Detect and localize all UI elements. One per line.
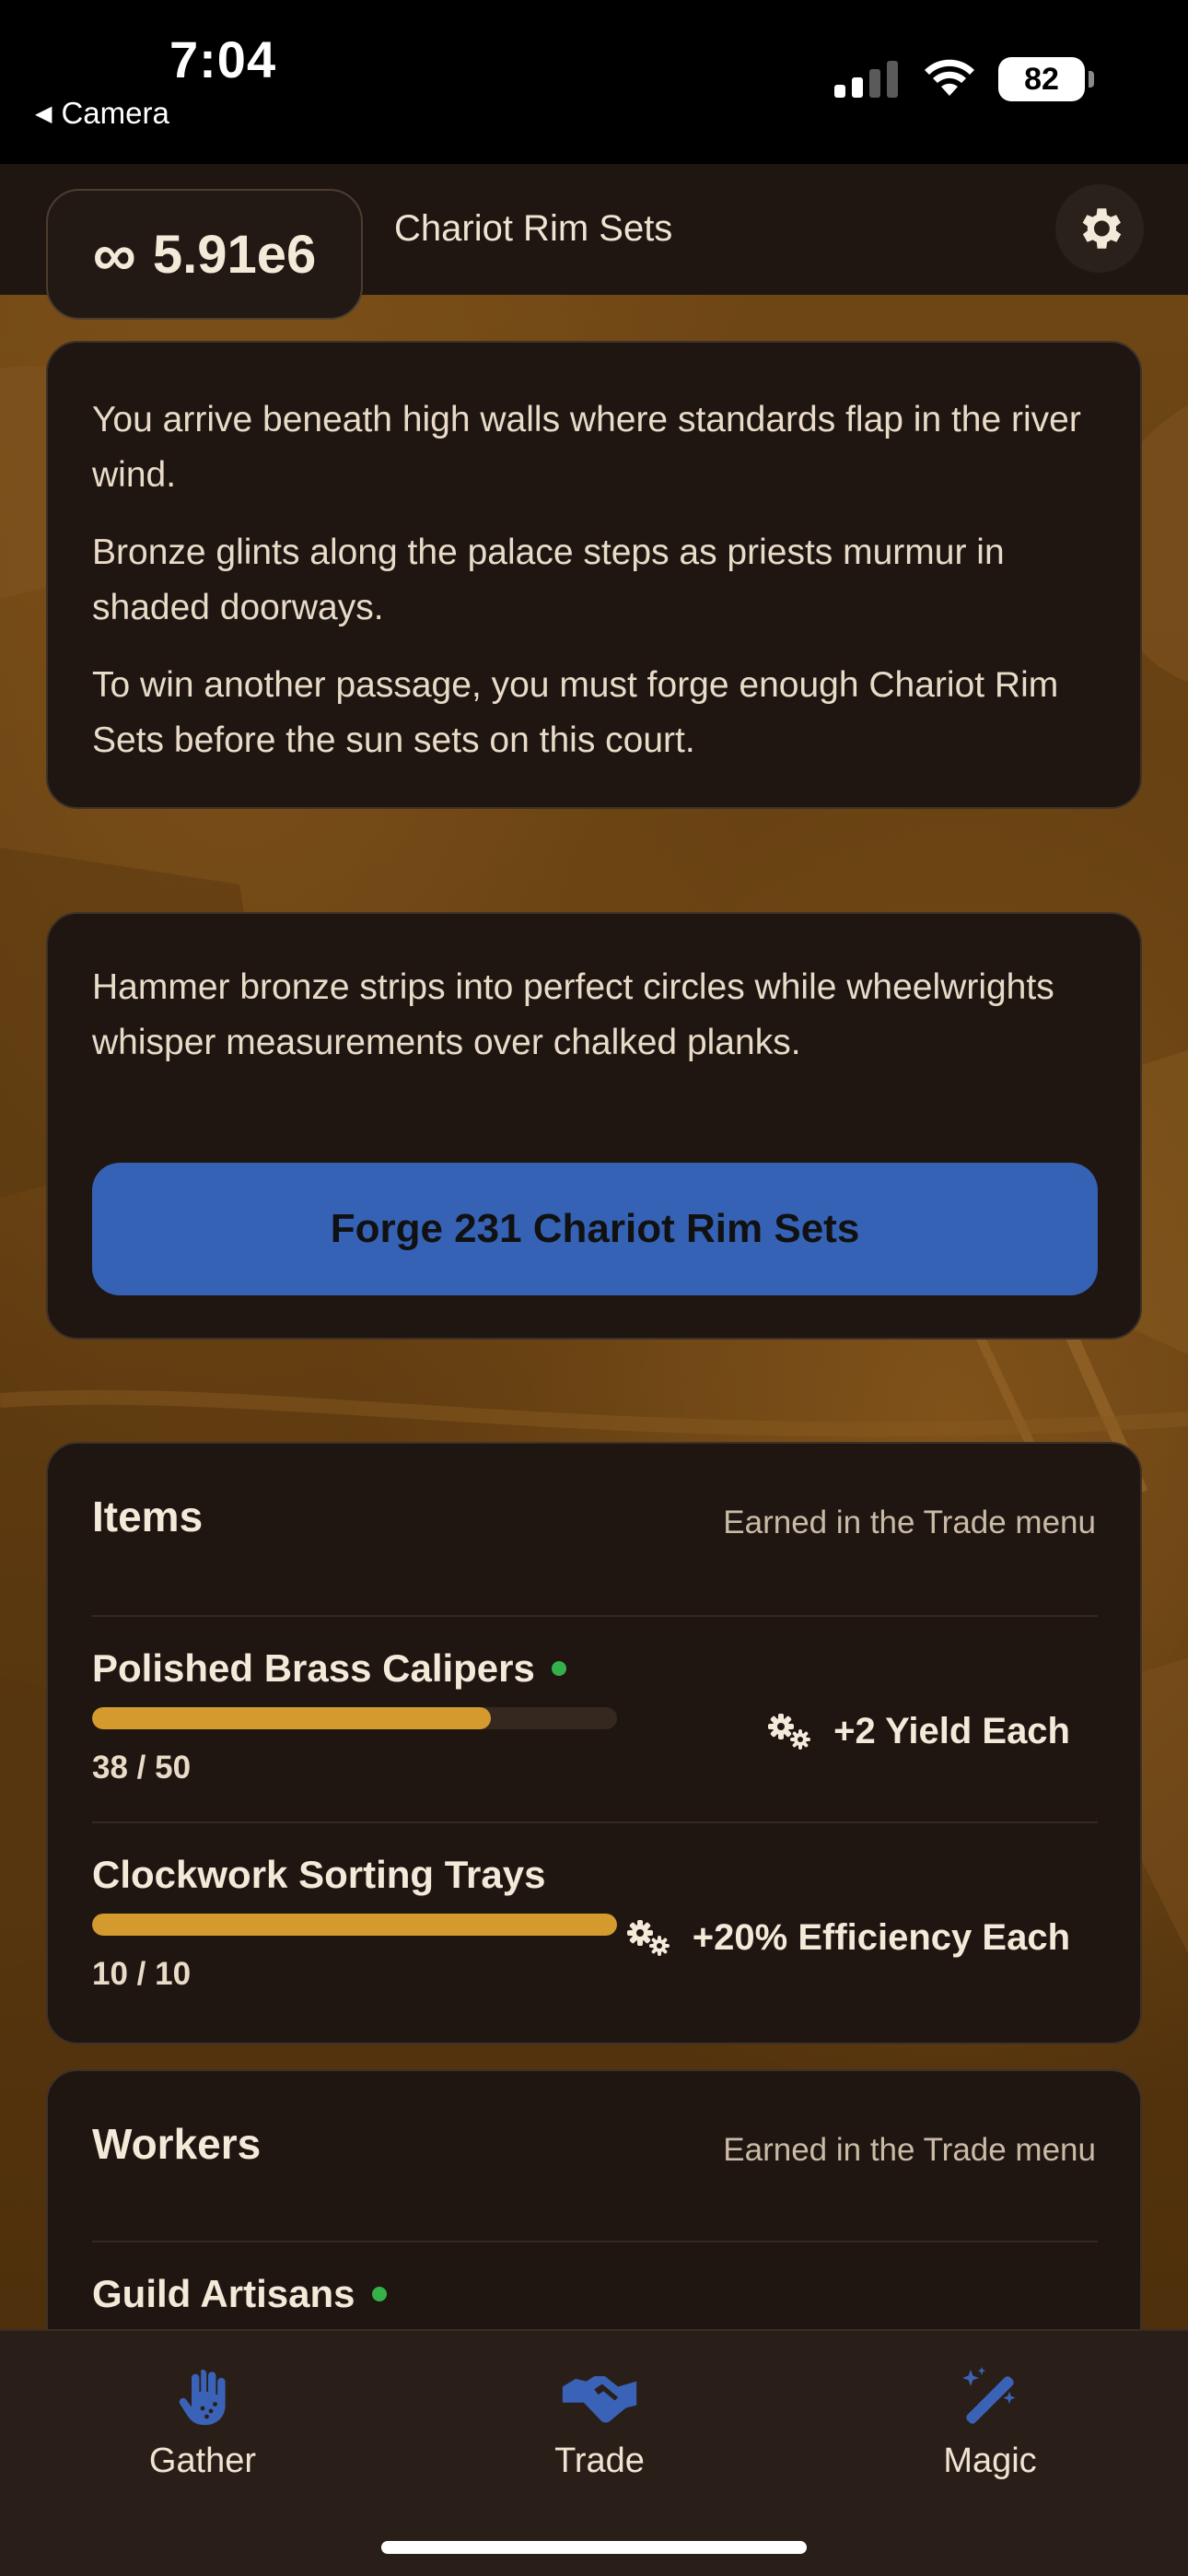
worker-name: Guild Artisans bbox=[92, 2272, 387, 2316]
workers-section-title: Workers bbox=[92, 2120, 262, 2168]
workers-section-note: Earned in the Trade menu bbox=[723, 2132, 1096, 2168]
handshake-icon bbox=[562, 2376, 637, 2423]
bottom-tab-bar: Gather Trade Magic bbox=[0, 2329, 1188, 2576]
tab-magic[interactable]: Magic bbox=[879, 2364, 1101, 2481]
tab-trade[interactable]: Trade bbox=[489, 2364, 710, 2481]
item-name: Clockwork Sorting Trays bbox=[92, 1853, 545, 1897]
battery-indicator: 82 bbox=[998, 57, 1094, 101]
tab-trade-label: Trade bbox=[554, 2441, 645, 2480]
items-section-title: Items bbox=[92, 1493, 204, 1540]
item-name-text: Polished Brass Calipers bbox=[92, 1646, 535, 1690]
back-to-app-link[interactable]: ◀ Camera bbox=[35, 96, 169, 131]
story-paragraph: You arrive beneath high walls where stan… bbox=[92, 400, 1081, 495]
tab-gather[interactable]: Gather bbox=[92, 2364, 313, 2481]
item-bonus: +20% Efficiency Each bbox=[624, 1917, 1070, 1959]
infinity-icon: ∞ bbox=[92, 220, 136, 288]
worker-name-text: Guild Artisans bbox=[92, 2272, 355, 2315]
items-section-note: Earned in the Trade menu bbox=[723, 1505, 1096, 1540]
battery-level: 82 bbox=[1024, 61, 1059, 97]
magic-wand-icon bbox=[962, 2367, 1016, 2424]
item-name: Polished Brass Calipers bbox=[92, 1646, 566, 1691]
forge-description: Hammer bronze strips into perfect circle… bbox=[92, 967, 1054, 1062]
story-card: You arrive beneath high walls where stan… bbox=[46, 341, 1142, 809]
item-bonus-text: +2 Yield Each bbox=[833, 1711, 1070, 1751]
item-row[interactable]: Clockwork Sorting Trays 10 / 10 +20% Eff… bbox=[92, 1853, 1098, 2037]
divider bbox=[92, 1821, 1098, 1823]
gears-icon bbox=[626, 1919, 670, 1956]
status-icons: 82 bbox=[834, 57, 1094, 101]
story-paragraph: Bronze glints along the palace steps as … bbox=[92, 533, 1005, 627]
item-bonus-text: +20% Efficiency Each bbox=[692, 1917, 1070, 1958]
wifi-icon bbox=[925, 59, 974, 96]
item-name-text: Clockwork Sorting Trays bbox=[92, 1853, 546, 1896]
item-row[interactable]: Polished Brass Calipers 38 / 50 +2 Yield… bbox=[92, 1646, 1098, 1831]
divider bbox=[92, 1615, 1098, 1617]
currency-display: ∞ 5.91e6 bbox=[46, 189, 363, 320]
back-app-label: Camera bbox=[61, 96, 169, 130]
back-arrow-icon: ◀ bbox=[35, 100, 52, 126]
item-progress-bar bbox=[92, 1707, 617, 1729]
gears-icon bbox=[768, 1713, 811, 1750]
status-bar: 7:04 ◀ Camera 82 bbox=[0, 0, 1188, 164]
story-paragraph: To win another passage, you must forge e… bbox=[92, 665, 1059, 760]
forge-button[interactable]: Forge 231 Chariot Rim Sets bbox=[92, 1163, 1098, 1295]
divider bbox=[92, 2241, 1098, 2242]
page-title: Chariot Rim Sets bbox=[394, 208, 673, 249]
currency-value: 5.91e6 bbox=[152, 224, 317, 285]
item-progress-fill bbox=[92, 1914, 617, 1936]
active-status-dot bbox=[551, 1661, 566, 1676]
home-indicator[interactable] bbox=[381, 2541, 807, 2554]
items-card: Items Earned in the Trade menu Polished … bbox=[46, 1442, 1142, 2044]
active-status-dot bbox=[371, 2287, 387, 2301]
cellular-signal-icon bbox=[834, 61, 898, 98]
forge-card: Hammer bronze strips into perfect circle… bbox=[46, 912, 1142, 1340]
tab-gather-label: Gather bbox=[148, 2441, 257, 2480]
settings-button[interactable] bbox=[1055, 184, 1144, 273]
item-bonus: +2 Yield Each bbox=[765, 1711, 1070, 1752]
item-progress-fill bbox=[92, 1707, 492, 1729]
item-count: 10 / 10 bbox=[92, 1956, 192, 1992]
item-count: 38 / 50 bbox=[92, 1750, 192, 1786]
item-progress-bar bbox=[92, 1914, 617, 1936]
status-time: 7:04 bbox=[169, 30, 277, 88]
gear-icon bbox=[1082, 208, 1122, 249]
tab-magic-label: Magic bbox=[943, 2441, 1037, 2480]
hand-icon bbox=[179, 2370, 226, 2425]
